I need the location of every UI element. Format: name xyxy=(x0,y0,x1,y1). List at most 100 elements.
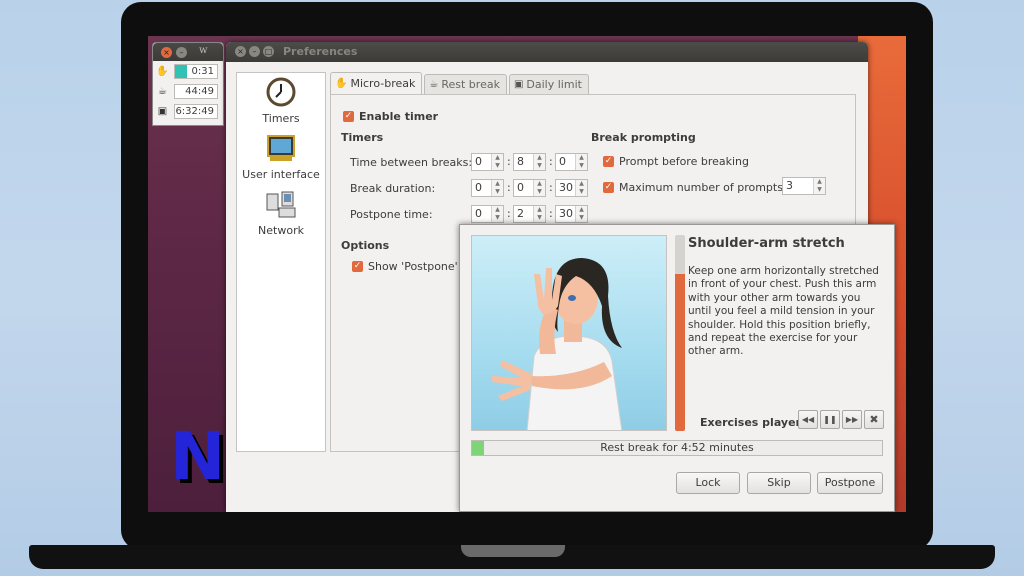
time-between-seconds[interactable]: 0 ▲ ▼ xyxy=(555,153,588,171)
time-separator: : xyxy=(549,181,553,194)
spinner-arrows-icon[interactable]: ▲ ▼ xyxy=(491,180,503,196)
network-icon xyxy=(266,191,296,218)
exercise-image xyxy=(471,235,667,431)
sidebar-item-timers[interactable]: Timers xyxy=(237,73,325,129)
spinner-arrows-icon[interactable]: ▲ ▼ xyxy=(533,180,545,196)
timer-status-window: × – w ✋ 0:31 ☕ 44:49 ▣ 6:32:49 xyxy=(152,42,224,126)
rewind-icon: ◀◀ xyxy=(801,415,815,424)
postpone-time-seconds[interactable]: 30 ▲ ▼ xyxy=(555,205,588,223)
sidebar-item-label: Network xyxy=(258,224,304,237)
spinner-arrows-icon[interactable]: ▲ ▼ xyxy=(491,206,503,222)
max-prompts-input[interactable]: 3 ▲ ▼ xyxy=(782,177,826,195)
enable-timer-checkbox[interactable]: ✓ xyxy=(343,111,354,122)
time-between-hours[interactable]: 0 ▲ ▼ xyxy=(471,153,504,171)
enable-timer-label: Enable timer xyxy=(359,110,439,123)
minimize-icon[interactable]: – xyxy=(249,46,260,57)
time-separator: : xyxy=(549,207,553,220)
exercise-figure xyxy=(492,258,623,430)
timer-status-titlebar: × – w xyxy=(153,43,223,61)
break-duration-hours[interactable]: 0 ▲ ▼ xyxy=(471,179,504,197)
daily-limit-timer: 6:32:49 xyxy=(174,103,218,119)
daily-limit-timer-value: 6:32:49 xyxy=(175,105,214,117)
postpone-time-hours[interactable]: 0 ▲ ▼ xyxy=(471,205,504,223)
rest-break-timer: 44:49 xyxy=(174,83,218,99)
timers-heading: Timers xyxy=(341,131,384,144)
next-exercise-button[interactable]: ▶▶ xyxy=(842,410,862,429)
desktop-screen: × – w ✋ 0:31 ☕ 44:49 ▣ 6:32:49 × – □ Pre… xyxy=(148,36,906,512)
rest-break-timer-row: ☕ 44:49 xyxy=(153,81,223,101)
time-separator: : xyxy=(507,207,511,220)
tab-label: Rest break xyxy=(441,77,500,91)
minimize-icon[interactable]: – xyxy=(176,47,187,58)
window-title: Preferences xyxy=(283,45,358,58)
time-separator: : xyxy=(549,155,553,168)
close-icon[interactable]: × xyxy=(161,47,172,58)
max-prompts-label: Maximum number of prompts: xyxy=(619,181,787,194)
break-duration-label: Break duration: xyxy=(350,182,436,195)
preferences-sidebar: Timers User interface Network xyxy=(236,72,326,452)
maximize-icon[interactable]: □ xyxy=(263,46,274,57)
spinner-arrows-icon[interactable]: ▲ ▼ xyxy=(575,154,587,170)
preferences-titlebar: × – □ Preferences xyxy=(226,42,868,62)
previous-exercise-button[interactable]: ◀◀ xyxy=(798,410,818,429)
prompt-before-label: Prompt before breaking xyxy=(619,155,750,168)
prompt-before-row: ✓ Prompt before breaking xyxy=(603,154,749,168)
prompt-before-checkbox[interactable]: ✓ xyxy=(603,156,614,167)
exercise-progress-bar xyxy=(675,235,685,431)
micro-break-timer-value: 0:31 xyxy=(191,65,214,77)
tab-label: Micro-break xyxy=(350,76,416,90)
spinner-arrows-icon[interactable]: ▲ ▼ xyxy=(575,206,587,222)
spinner-arrows-icon[interactable]: ▲ ▼ xyxy=(491,154,503,170)
time-separator: : xyxy=(507,155,511,168)
break-progress-bar: Rest break for 4:52 minutes xyxy=(471,440,883,456)
daily-limit-icon: ▣ xyxy=(157,105,168,117)
micro-break-timer-fill xyxy=(175,64,187,78)
daily-limit-icon: ▣ xyxy=(513,78,524,90)
time-between-label: Time between breaks: xyxy=(350,156,473,169)
close-icon[interactable]: × xyxy=(235,46,246,57)
tab-label: Daily limit xyxy=(526,77,582,91)
spinner-arrows-icon[interactable]: ▲ ▼ xyxy=(813,178,825,194)
close-icon: ✖ xyxy=(869,413,879,426)
postpone-button[interactable]: Postpone xyxy=(817,472,883,494)
skip-button[interactable]: Skip xyxy=(747,472,811,494)
tab-daily-limit[interactable]: ▣ Daily limit xyxy=(508,74,589,94)
break-duration-seconds[interactable]: 30 ▲ ▼ xyxy=(555,179,588,197)
tab-micro-break[interactable]: ✋ Micro-break xyxy=(330,72,423,94)
stop-exercise-button[interactable]: ✖ xyxy=(864,410,884,429)
spinner-arrows-icon[interactable]: ▲ ▼ xyxy=(533,154,545,170)
lock-button[interactable]: Lock xyxy=(676,472,740,494)
show-postpone-checkbox[interactable]: ✓ xyxy=(352,261,363,272)
clock-icon xyxy=(266,77,296,107)
sidebar-item-label: User interface xyxy=(242,168,320,181)
laptop-notch xyxy=(461,545,565,557)
exercise-title: Shoulder-arm stretch xyxy=(688,236,845,251)
micro-break-timer-row: ✋ 0:31 xyxy=(153,61,223,81)
break-duration-minutes[interactable]: 0 ▲ ▼ xyxy=(513,179,546,197)
fast-forward-icon: ▶▶ xyxy=(845,415,859,424)
hand-icon: ✋ xyxy=(156,65,169,77)
monitor-icon xyxy=(267,135,295,161)
sidebar-item-user-interface[interactable]: User interface xyxy=(237,129,325,185)
pause-icon: ❚❚ xyxy=(823,415,837,424)
break-dialog: Shoulder-arm stretch Keep one arm horizo… xyxy=(459,224,895,512)
exercises-player-label: Exercises player: xyxy=(700,416,806,429)
max-prompts-checkbox[interactable]: ✓ xyxy=(603,182,614,193)
options-heading: Options xyxy=(341,239,390,252)
time-between-minutes[interactable]: 8 ▲ ▼ xyxy=(513,153,546,171)
postpone-time-minutes[interactable]: 2 ▲ ▼ xyxy=(513,205,546,223)
spinner-arrows-icon[interactable]: ▲ ▼ xyxy=(575,180,587,196)
hand-icon: ✋ xyxy=(335,77,348,89)
rest-break-icon: ☕ xyxy=(429,78,439,90)
sidebar-item-network[interactable]: Network xyxy=(237,185,325,241)
exercise-progress-fill xyxy=(675,274,685,431)
spinner-arrows-icon[interactable]: ▲ ▼ xyxy=(533,206,545,222)
tab-rest-break[interactable]: ☕ Rest break xyxy=(424,74,507,94)
pause-exercise-button[interactable]: ❚❚ xyxy=(820,410,840,429)
show-postpone-label: Show 'Postpone' xyxy=(368,260,458,273)
exercise-description: Keep one arm horizontally stretched in f… xyxy=(688,265,879,358)
daily-limit-timer-row: ▣ 6:32:49 xyxy=(153,101,223,121)
show-postpone-row: ✓ Show 'Postpone' xyxy=(352,259,458,273)
sidebar-item-label: Timers xyxy=(262,112,300,125)
max-prompts-row: ✓ Maximum number of prompts: xyxy=(603,180,787,194)
